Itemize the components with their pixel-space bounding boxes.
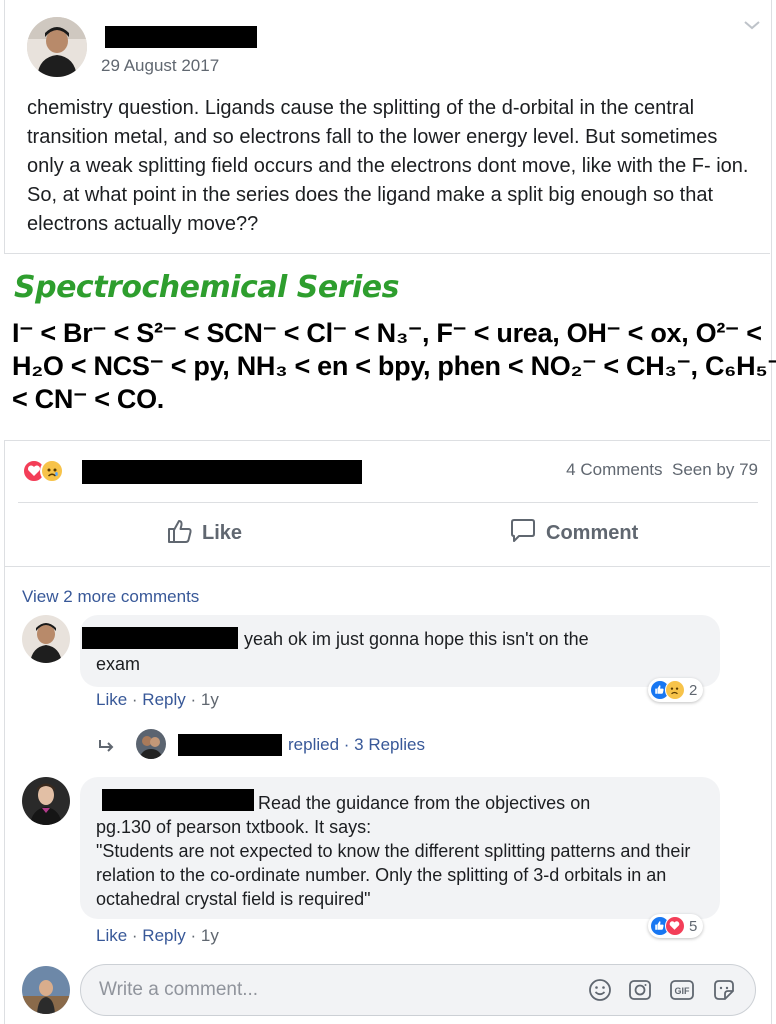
- comment-icon: [508, 517, 538, 550]
- comment-meta: Like · Reply · 1y: [96, 926, 219, 945]
- like-icon: [166, 517, 194, 550]
- post-date[interactable]: 29 August 2017: [101, 56, 219, 76]
- sticker-icon[interactable]: [711, 977, 737, 1003]
- seen-by[interactable]: Seen by 79: [672, 460, 758, 479]
- comment-input[interactable]: Write a comment...: [99, 979, 258, 1001]
- author-name-redacted[interactable]: [105, 26, 257, 48]
- post-image[interactable]: Spectrochemical Series I⁻ < Br⁻ < S²⁻ < …: [4, 253, 776, 441]
- comment-label: Comment: [546, 521, 639, 544]
- commenter-name-redacted[interactable]: [82, 627, 238, 649]
- emoji-icon[interactable]: [587, 977, 613, 1003]
- camera-icon[interactable]: [627, 977, 653, 1003]
- comment-age[interactable]: 1y: [201, 926, 219, 945]
- comment-age[interactable]: 1y: [201, 690, 219, 709]
- image-line-3: < CN⁻ < CO.: [12, 384, 164, 414]
- comment-reply-link[interactable]: Reply: [142, 926, 185, 945]
- author-avatar[interactable]: [27, 17, 87, 77]
- comment-reply-link[interactable]: Reply: [142, 690, 185, 709]
- commenter-avatar[interactable]: [22, 777, 70, 825]
- reactors-names-redacted[interactable]: [82, 460, 362, 484]
- chevron-down-icon[interactable]: [742, 18, 762, 32]
- replier-name-redacted[interactable]: [178, 734, 282, 756]
- comment-text: yeah ok im just gonna hope this isn't on…: [244, 629, 589, 649]
- current-user-avatar[interactable]: [22, 966, 70, 1014]
- comment-like-link[interactable]: Like: [96, 690, 127, 709]
- comment-reaction-badge[interactable]: 5: [648, 914, 704, 938]
- view-replies-link[interactable]: replied · 3 Replies: [288, 735, 425, 755]
- like-button[interactable]: Like: [166, 518, 242, 548]
- replier-avatar[interactable]: [136, 729, 166, 759]
- comment-button[interactable]: Comment: [508, 518, 638, 548]
- post-text: chemistry question. Ligands cause the sp…: [27, 97, 749, 235]
- view-more-comments-link[interactable]: View 2 more comments: [22, 587, 199, 607]
- like-label: Like: [202, 521, 243, 544]
- comment-text: Read the guidance from the objectives on: [258, 793, 591, 813]
- comment-reaction-badge[interactable]: 2: [648, 678, 704, 702]
- image-title: Spectrochemical Series: [14, 270, 399, 305]
- comment-bubble: yeah ok im just gonna hope this isn't on…: [80, 615, 720, 687]
- comments-count[interactable]: 4 Comments: [566, 460, 662, 479]
- gif-icon[interactable]: GIF: [669, 977, 695, 1003]
- post-stats: 4 Comments Seen by 79: [566, 460, 758, 480]
- comment-text-cont: pg.130 of pearson txtbook. It says: "Stu…: [96, 817, 691, 909]
- divider: [18, 502, 758, 503]
- comment-bubble: Read the guidance from the objectives on…: [80, 777, 720, 919]
- image-line-1: I⁻ < Br⁻ < S²⁻ < SCN⁻ < Cl⁻ < N₃⁻, F⁻ < …: [12, 318, 762, 348]
- commenter-avatar[interactable]: [22, 615, 70, 663]
- image-line-2: H₂O < NCS⁻ < py, NH₃ < en < bpy, phen < …: [12, 351, 776, 381]
- reaction-summary[interactable]: [22, 459, 82, 485]
- comment-meta: Like · Reply · 1y: [96, 690, 219, 709]
- reply-arrow-icon: [96, 736, 118, 756]
- comment-like-link[interactable]: Like: [96, 926, 127, 945]
- divider: [4, 566, 770, 567]
- commenter-name-redacted[interactable]: [102, 789, 254, 811]
- comment-composer[interactable]: Write a comment... GIF: [80, 964, 756, 1016]
- sad-reaction-icon: [665, 680, 685, 700]
- svg-text:GIF: GIF: [675, 986, 691, 996]
- love-reaction-icon: [665, 916, 685, 936]
- sad-reaction-icon: [40, 459, 64, 483]
- reaction-count: 2: [689, 681, 698, 699]
- comment-text-cont: exam: [96, 654, 141, 674]
- reaction-count: 5: [689, 917, 698, 935]
